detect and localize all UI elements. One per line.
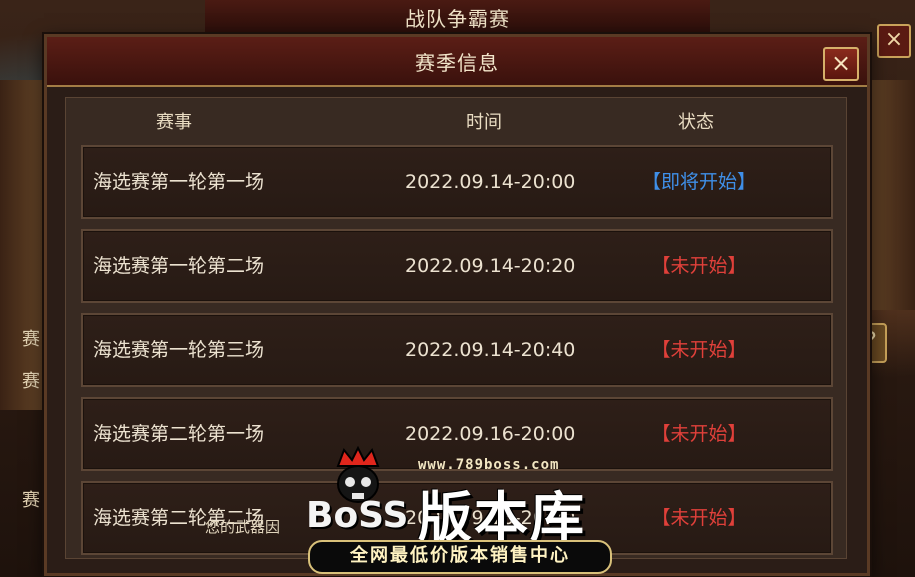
table-row[interactable]: 海选赛第一轮第三场 2022.09.14-20:40 【未开始】 [81,313,833,387]
event-time: 2022.09.14-20:00 [405,171,576,193]
event-name: 海选赛第二轮第一场 [93,423,265,445]
table-row[interactable]: 海选赛第一轮第一场 2022.09.14-20:00 【即将开始】 [81,145,833,219]
close-icon[interactable]: × [823,47,859,81]
status-badge: 【未开始】 [651,255,747,277]
status-badge: 【即将开始】 [641,171,756,193]
side-label: 赛 [22,371,40,392]
table-row[interactable]: 海选赛第一轮第二场 2022.09.14-20:20 【未开始】 [81,229,833,303]
side-label: 赛 [22,490,40,511]
column-header-event: 赛事 [156,112,192,133]
event-time: 2022.09.14-20:40 [405,339,576,361]
outer-title-bar: 战队争霸赛 [205,0,710,36]
watermark-url: www.789boss.com [418,457,560,473]
status-badge: 【未开始】 [651,507,747,529]
modal-header: 赛季信息 × [47,37,867,87]
column-header-status: 状态 [678,112,714,133]
status-badge: 【未开始】 [651,423,747,445]
event-name: 海选赛第一轮第一场 [93,171,265,193]
side-label: 赛 [22,329,40,350]
modal-title: 赛季信息 [415,50,499,75]
outer-window-title: 战队争霸赛 [405,6,510,31]
event-time: 2022.09.14-20:20 [405,255,576,277]
watermark-slogan: 全网最低价版本销售中心 [308,540,612,574]
event-name: 海选赛第一轮第三场 [93,339,265,361]
column-header-time: 时间 [466,112,502,133]
outer-close-button[interactable]: × [877,24,911,58]
status-badge: 【未开始】 [651,339,747,361]
event-name: 海选赛第一轮第二场 [93,255,265,277]
watermark-brand: BoSS [306,495,409,536]
notice-text: 您的武器因 [205,518,281,536]
